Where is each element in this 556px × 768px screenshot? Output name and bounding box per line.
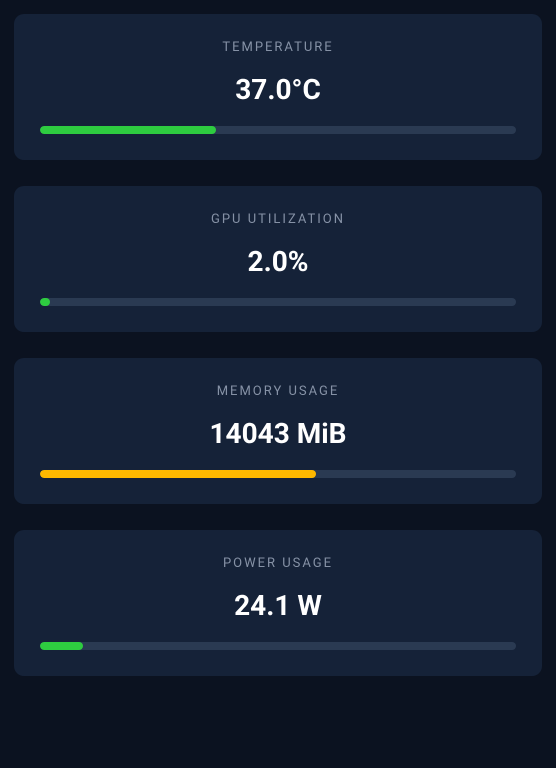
memory-usage-progress-fill <box>40 470 316 478</box>
temperature-title: TEMPERATURE <box>40 40 516 55</box>
gpu-utilization-value: 2.0% <box>40 245 516 278</box>
power-usage-title: POWER USAGE <box>40 556 516 571</box>
gpu-utilization-progress-fill <box>40 298 50 306</box>
memory-usage-title: MEMORY USAGE <box>40 384 516 399</box>
memory-usage-value: 14043 MiB <box>40 417 516 450</box>
power-usage-value: 24.1 W <box>40 589 516 622</box>
temperature-card: TEMPERATURE 37.0°C <box>14 14 542 160</box>
gpu-utilization-title: GPU UTILIZATION <box>40 212 516 227</box>
memory-usage-card: MEMORY USAGE 14043 MiB <box>14 358 542 504</box>
temperature-value: 37.0°C <box>40 73 516 106</box>
gpu-utilization-card: GPU UTILIZATION 2.0% <box>14 186 542 332</box>
temperature-progress-fill <box>40 126 216 134</box>
power-usage-card: POWER USAGE 24.1 W <box>14 530 542 676</box>
power-usage-progress-fill <box>40 642 83 650</box>
gpu-utilization-progress-track <box>40 298 516 306</box>
memory-usage-progress-track <box>40 470 516 478</box>
temperature-progress-track <box>40 126 516 134</box>
power-usage-progress-track <box>40 642 516 650</box>
